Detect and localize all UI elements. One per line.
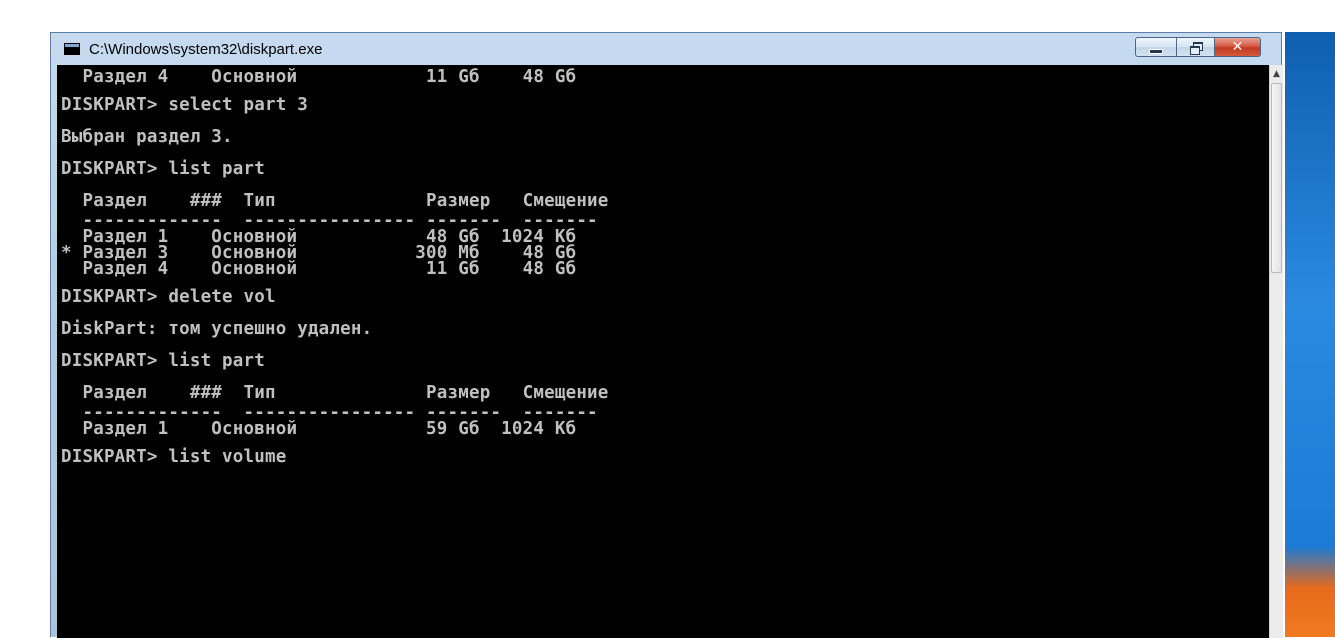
console-line: DISKPART> list part xyxy=(61,159,265,179)
console-line: Выбран раздел 3. xyxy=(61,127,233,147)
console-window: C:\Windows\system32\diskpart.exe ✕ Разде… xyxy=(50,32,1283,638)
minimize-button[interactable] xyxy=(1135,37,1177,57)
title-bar[interactable]: C:\Windows\system32\diskpart.exe ✕ xyxy=(51,33,1281,65)
minimize-icon xyxy=(1149,48,1163,54)
close-icon: ✕ xyxy=(1231,39,1244,55)
restore-button[interactable] xyxy=(1177,37,1215,57)
console-line: Раздел ### Тип Размер Смещение xyxy=(61,383,609,403)
scroll-up-button[interactable]: ▲ xyxy=(1270,65,1283,83)
console-lines: Раздел 4 Основной 11 Gб 48 Gб DISKPART> s… xyxy=(61,67,1269,469)
console-line: DISKPART> delete vol xyxy=(61,287,276,307)
console-app-icon[interactable] xyxy=(63,42,81,56)
console-line: Раздел 1 Основной 59 Gб 1024 Kб xyxy=(61,419,577,439)
vertical-scrollbar[interactable]: ▲ xyxy=(1269,65,1283,638)
console-line: DISKPART> list part xyxy=(61,351,265,371)
console-line: DISKPART> select part 3 xyxy=(61,95,308,115)
restore-icon xyxy=(1189,42,1203,55)
console-line: DISKPART> list volume xyxy=(61,447,287,467)
console-output[interactable]: Раздел 4 Основной 11 Gб 48 Gб DISKPART> s… xyxy=(57,65,1269,638)
console-line: Раздел 4 Основной 11 Gб 48 Gб xyxy=(61,259,577,279)
desktop-background xyxy=(1285,32,1335,637)
console-line: Раздел ### Тип Размер Смещение xyxy=(61,191,609,211)
console-line: Раздел 4 Основной 11 Gб 48 Gб xyxy=(61,67,577,87)
triangle-up-icon: ▲ xyxy=(1273,69,1280,79)
scroll-thumb[interactable] xyxy=(1271,83,1282,273)
window-controls: ✕ xyxy=(1135,37,1261,57)
window-title: C:\Windows\system32\diskpart.exe xyxy=(89,40,323,58)
console-line: DiskPart: том успешно удален. xyxy=(61,319,373,339)
close-button[interactable]: ✕ xyxy=(1215,37,1261,57)
